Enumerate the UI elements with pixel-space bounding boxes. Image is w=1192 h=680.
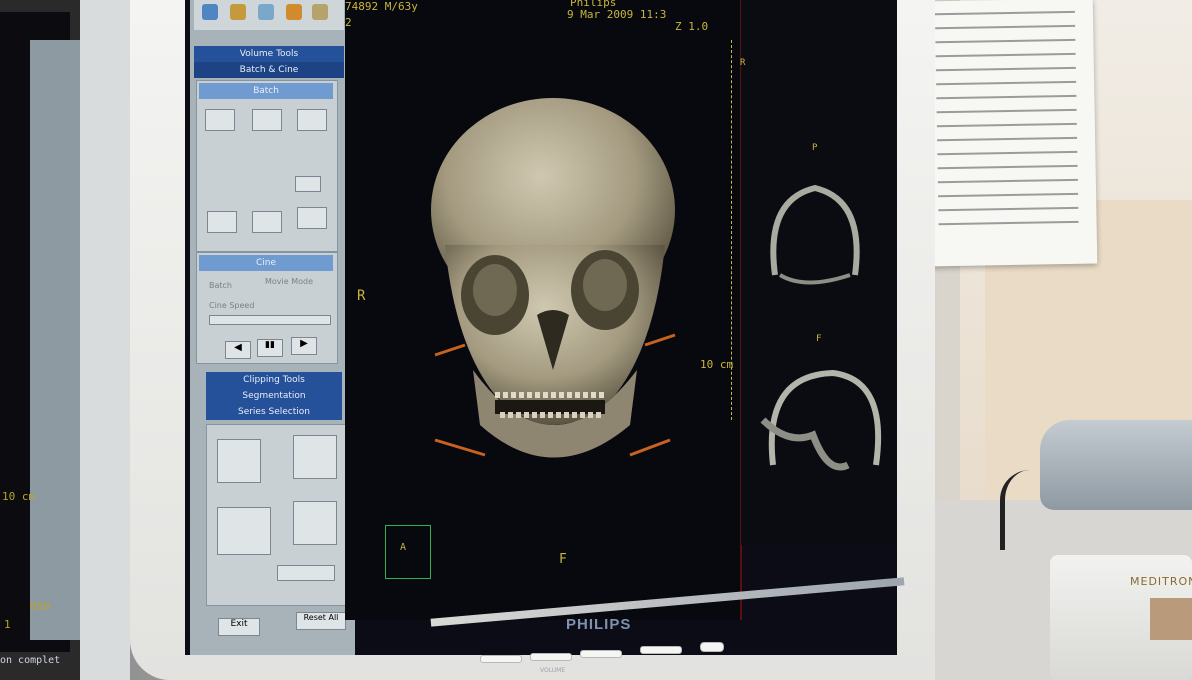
left-scale-label: 10 cm [2, 490, 36, 503]
left-monitor-bezel [80, 0, 130, 680]
skull-3d-render [431, 98, 676, 458]
volume-icon[interactable] [230, 4, 246, 20]
scale-bar [731, 40, 734, 420]
series-dropdown[interactable] [277, 565, 335, 581]
meditron-brand-label: MEDITRON [1130, 575, 1192, 588]
slice-label-f: F [816, 334, 822, 344]
exit-button[interactable]: Exit [218, 618, 260, 636]
top-toolbar [194, 0, 344, 30]
zoom-readout: Z 1.0 [675, 20, 709, 33]
batch-button-2[interactable] [252, 109, 282, 131]
tool-grid-4[interactable] [293, 501, 337, 545]
power-button[interactable] [700, 642, 724, 652]
slice-divider [740, 0, 741, 545]
slice-label-p: P [812, 143, 818, 153]
skull-slice-lower [760, 369, 882, 471]
orientation-r: R [357, 288, 366, 304]
batch-section: Batch [196, 80, 338, 252]
left-status-text: on complet [0, 655, 61, 666]
batch-button-1[interactable] [205, 109, 235, 131]
reset-all-button[interactable]: Reset All [296, 612, 346, 630]
skull-slice-upper [770, 184, 860, 285]
cine-speed-slider[interactable] [209, 315, 331, 325]
batch-export-button[interactable] [297, 207, 327, 229]
cut-icon[interactable] [258, 4, 274, 20]
volume-label: VOLUME [540, 667, 566, 674]
batch-button-3[interactable] [297, 109, 327, 131]
tool-panel: Volume Tools Batch & Cine Batch Cine Bat… [190, 0, 355, 655]
cable [1000, 470, 1065, 550]
view-icon[interactable] [202, 4, 218, 20]
cine-section: Cine Batch Movie Mode Cine Speed ◀ ▮▮ ▶ [196, 252, 338, 364]
play-button[interactable]: ▶ [291, 337, 317, 355]
series-selection-header[interactable]: Series Selection [206, 404, 342, 420]
left-value: 650 [30, 600, 50, 613]
left-value-2: 1 [4, 618, 11, 631]
orientation-f: F [559, 552, 567, 567]
settings-icon[interactable] [312, 4, 328, 20]
volume-tools-header[interactable]: Volume Tools [194, 46, 344, 62]
clipping-tools-header[interactable]: Clipping Tools [206, 372, 342, 388]
layers-icon[interactable] [286, 4, 302, 20]
batch-count-field[interactable] [295, 176, 321, 192]
batch-header: Batch [199, 83, 333, 99]
movie-mode-radio-label[interactable]: Movie Mode [265, 277, 313, 286]
monitor-button-3[interactable] [580, 650, 622, 658]
tool-grid-3[interactable] [217, 507, 271, 555]
slice-label-r: R [740, 58, 746, 68]
philips-logo: PHILIPS [566, 616, 632, 633]
batch-save-button[interactable] [207, 211, 237, 233]
tool-grid-2[interactable] [293, 435, 337, 479]
orientation-cube[interactable]: A [385, 525, 431, 579]
batch-radio-label[interactable]: Batch [209, 281, 232, 290]
monitor-button-4[interactable] [640, 646, 682, 654]
segmentation-header[interactable]: Segmentation [206, 388, 342, 404]
2d-slice-view[interactable]: R P F [740, 0, 895, 545]
pause-button[interactable]: ▮▮ [257, 339, 283, 357]
scale-label: 10 cm [700, 358, 734, 371]
series-number: 2 [345, 16, 352, 29]
monitor-button-1[interactable] [480, 655, 522, 663]
monitor-button-2[interactable] [530, 653, 572, 661]
paper-sheet [922, 0, 1098, 267]
meditron-display [1150, 598, 1192, 640]
patient-info: 74892 M/63y [345, 0, 418, 13]
cine-speed-label: Cine Speed [209, 301, 255, 310]
batch-cine-header[interactable]: Batch & Cine [194, 62, 344, 78]
series-tools-box [206, 424, 348, 606]
tool-grid-1[interactable] [217, 439, 261, 483]
cube-a-label: A [400, 542, 407, 553]
play-reverse-button[interactable]: ◀ [225, 341, 251, 359]
scan-datetime: 9 Mar 2009 11:3 [567, 8, 667, 21]
left-monitor-tool-panel [30, 40, 85, 640]
cine-header: Cine [199, 255, 333, 271]
batch-camera-button[interactable] [252, 211, 282, 233]
